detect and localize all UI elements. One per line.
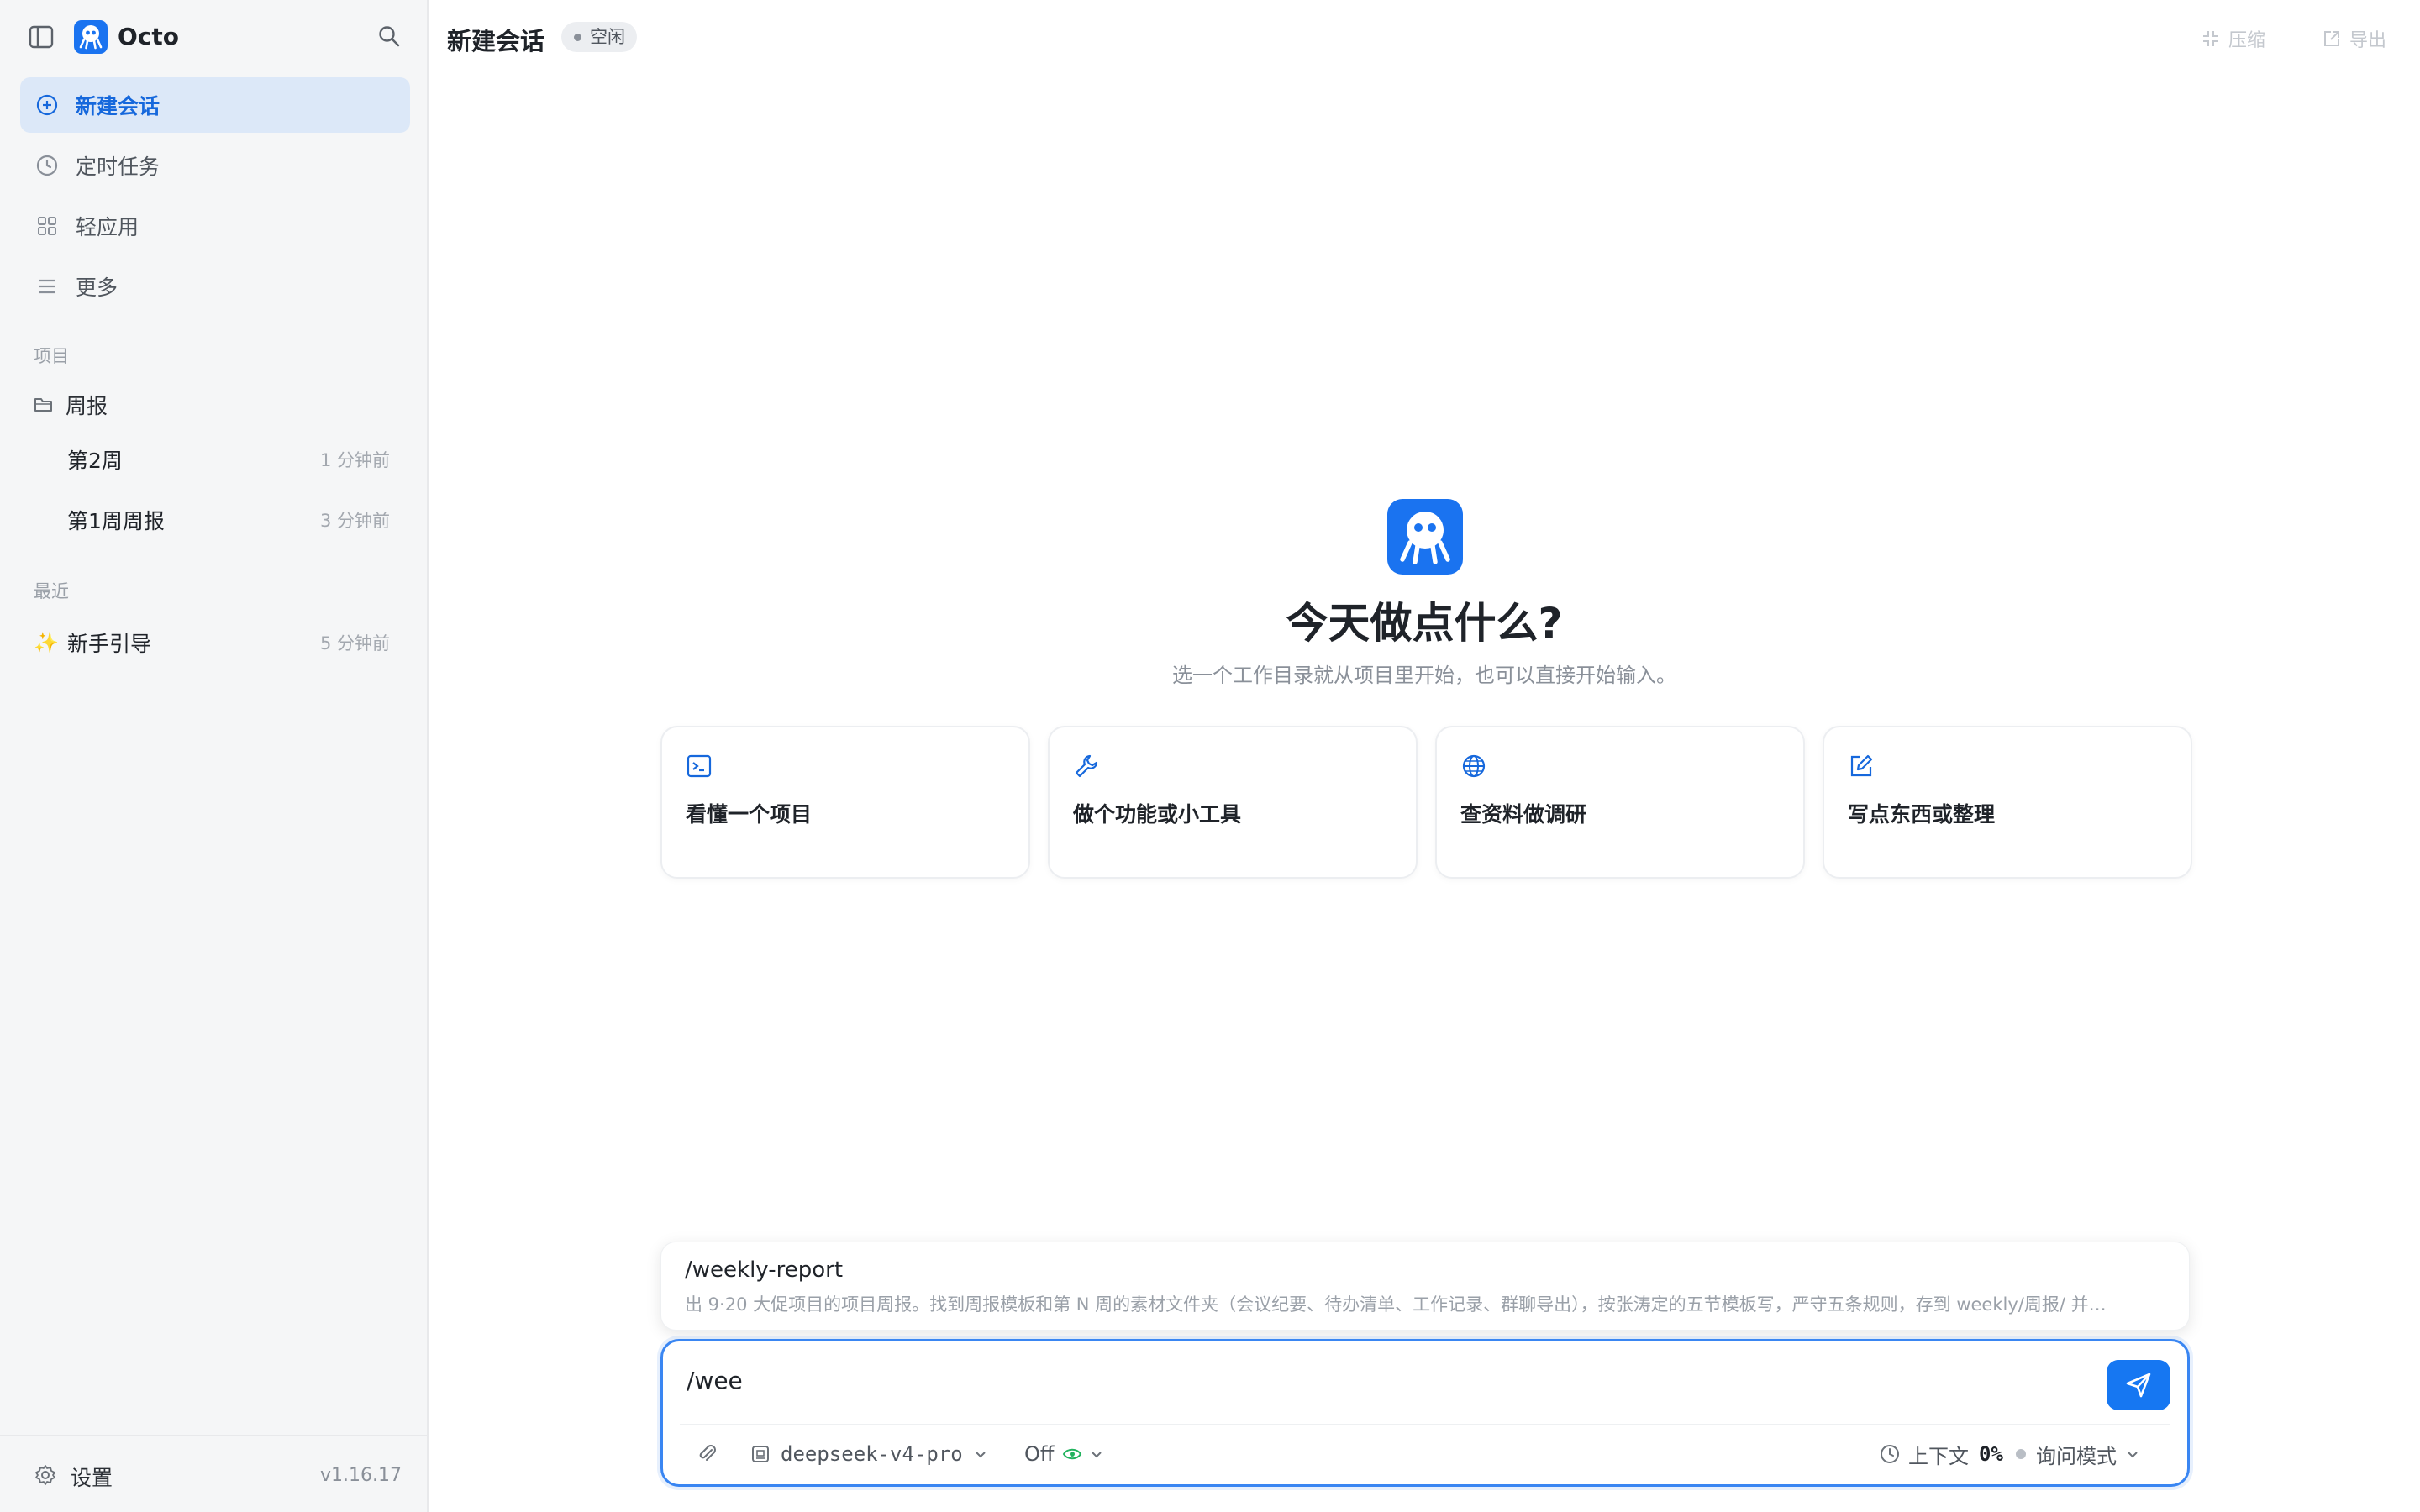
- composer-divider: [680, 1424, 2170, 1425]
- sidebar-item-new-session[interactable]: 新建会话: [20, 77, 410, 133]
- session-time: 1 分钟前: [319, 450, 390, 470]
- app-name: Octo: [118, 23, 180, 50]
- sparkles-icon: ✨: [34, 631, 59, 654]
- mode-selector[interactable]: 询问模式: [2016, 1437, 2140, 1471]
- octopus-icon: [79, 25, 103, 50]
- wrench-icon: [1075, 754, 1098, 778]
- sidebar-header: Octo: [0, 0, 429, 76]
- globe-icon: [1462, 754, 1486, 778]
- thinking-label: Off: [1024, 1442, 1055, 1466]
- session-title: 第1周周报: [67, 509, 165, 533]
- session-time: 3 分钟前: [319, 511, 390, 531]
- sidebar-item-label: 新建会话: [76, 94, 160, 118]
- context-usage: 上下文 0%: [1880, 1437, 2003, 1471]
- sidebar-item-more[interactable]: 更多: [20, 259, 410, 314]
- project-folder-weekly[interactable]: 周报: [34, 388, 108, 422]
- card-understand-project[interactable]: 看懂一个项目: [660, 726, 1030, 879]
- status-badge: 空闲: [561, 22, 637, 52]
- project-folder-label: 周报: [66, 394, 108, 418]
- export-button[interactable]: 导出: [2323, 25, 2386, 52]
- plus-circle-icon: [36, 94, 58, 116]
- command-suggestion[interactable]: /weekly-report 出 9·20 大促项目的项目周报。找到周报模板和第…: [660, 1242, 2190, 1331]
- app-version: v1.16.17: [320, 1465, 402, 1486]
- search-icon[interactable]: [376, 24, 402, 49]
- chevron-down-icon: [1092, 1452, 1102, 1458]
- eye-icon: [1063, 1448, 1082, 1460]
- folder-icon: [34, 398, 52, 412]
- sidebar-nav: 新建会话 定时任务 轻应用 更多: [20, 77, 410, 319]
- grid-icon: [38, 217, 56, 235]
- terminal-icon: [687, 754, 712, 778]
- edit-icon: [1850, 754, 1873, 777]
- project-session-item[interactable]: 第1周周报 3 分钟前: [20, 494, 410, 546]
- sidebar-item-label: 更多: [76, 276, 118, 300]
- sidebar-item-scheduled-tasks[interactable]: 定时任务: [20, 138, 410, 193]
- card-label: 做个功能或小工具: [1073, 802, 1242, 827]
- app-window: Octo 新建会话 定时任务 轻应用 更多 项目 周报 第2周 1 分钟前 第1…: [0, 0, 2420, 1512]
- hero-title: 今天做点什么?: [1286, 599, 1563, 648]
- send-icon: [2126, 1373, 2151, 1398]
- message-composer: /wee deepseek-v4-pro Off 上下文 0% 询问模式: [660, 1339, 2190, 1487]
- card-label: 看懂一个项目: [686, 802, 813, 827]
- paperclip-icon: [699, 1445, 716, 1461]
- app-logo: [74, 20, 108, 54]
- page-title: 新建会话: [447, 27, 545, 55]
- clock-icon: [1881, 1445, 1899, 1463]
- sidebar: Octo 新建会话 定时任务 轻应用 更多 项目 周报 第2周 1 分钟前 第1…: [0, 0, 429, 1512]
- model-icon: [752, 1446, 769, 1462]
- compress-icon: [2202, 31, 2218, 46]
- context-label: 上下文: [1908, 1444, 1969, 1468]
- octopus-icon: [1400, 512, 1450, 564]
- model-selector[interactable]: deepseek-v4-pro: [750, 1437, 988, 1471]
- session-time: 5 分钟前: [319, 633, 390, 654]
- session-title: 新手引导: [67, 632, 152, 656]
- mode-label: 询问模式: [2036, 1444, 2117, 1468]
- settings-button[interactable]: 设置: [71, 1462, 113, 1492]
- suggestion-command: /weekly-report: [685, 1257, 844, 1283]
- gear-icon[interactable]: [34, 1463, 57, 1487]
- export-icon: [2323, 31, 2339, 46]
- clock-icon: [36, 155, 58, 176]
- main-panel: 新建会话 空闲 压缩 导出 今天做点什么? 选一个工作目录就从项目里开始，也可以…: [429, 0, 2420, 1512]
- quick-start-cards: 看懂一个项目 做个功能或小工具 查资料做调研 写点东西或整理: [660, 726, 2192, 879]
- session-title: 第2周: [67, 449, 123, 473]
- projects-section-title: 项目: [34, 346, 69, 366]
- message-input[interactable]: /wee: [687, 1367, 743, 1394]
- sidebar-item-light-apps[interactable]: 轻应用: [20, 198, 410, 254]
- send-button[interactable]: [2107, 1360, 2170, 1410]
- card-research[interactable]: 查资料做调研: [1435, 726, 1805, 879]
- recent-section-title: 最近: [34, 581, 69, 601]
- sidebar-toggle-icon[interactable]: [29, 25, 54, 49]
- export-label: 导出: [2349, 30, 2386, 51]
- suggestion-description: 出 9·20 大促项目的项目周报。找到周报模板和第 N 周的素材文件夹（会议纪要…: [685, 1294, 2107, 1315]
- project-session-item[interactable]: 第2周 1 分钟前: [20, 433, 410, 486]
- sidebar-item-label: 轻应用: [76, 215, 139, 239]
- card-build-feature[interactable]: 做个功能或小工具: [1048, 726, 1418, 879]
- attach-button[interactable]: [697, 1437, 718, 1471]
- chevron-down-icon: [2128, 1452, 2138, 1458]
- sidebar-footer: 设置 v1.16.17: [0, 1435, 427, 1512]
- menu-icon: [39, 279, 55, 294]
- model-name: deepseek-v4-pro: [781, 1442, 963, 1466]
- context-value: 0%: [1979, 1442, 2003, 1466]
- recent-session-item[interactable]: ✨ 新手引导 5 分钟前: [20, 617, 410, 669]
- card-label: 查资料做调研: [1460, 802, 1587, 827]
- mode-indicator: [2016, 1449, 2026, 1459]
- hero-logo: [1387, 499, 1463, 575]
- hero-subtitle: 选一个工作目录就从项目里开始，也可以直接开始输入。: [1172, 664, 1676, 687]
- card-label: 写点东西或整理: [1848, 802, 1996, 827]
- compress-button[interactable]: 压缩: [2202, 25, 2265, 52]
- chevron-down-icon: [976, 1452, 986, 1458]
- thinking-toggle[interactable]: Off: [1024, 1437, 1104, 1471]
- compress-label: 压缩: [2228, 30, 2265, 51]
- card-write[interactable]: 写点东西或整理: [1823, 726, 2192, 879]
- sidebar-item-label: 定时任务: [76, 155, 160, 179]
